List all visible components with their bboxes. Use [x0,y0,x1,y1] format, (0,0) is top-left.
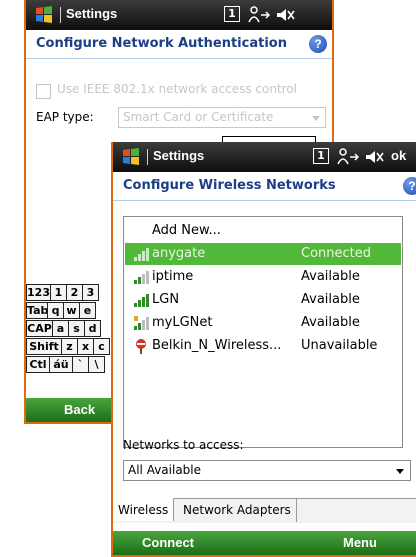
wifi-signal-icon [134,294,149,307]
keypad-1-icon[interactable]: 1 [313,148,329,164]
key-123[interactable]: 123 [26,284,51,301]
title-bar: Settings 1 [26,0,332,30]
connectivity-icon[interactable] [248,6,270,24]
key-a[interactable]: a [52,320,69,337]
network-row[interactable]: myLGNet Available [125,312,401,334]
networks-to-access-label: Networks to access: [123,438,244,452]
help-icon[interactable]: ? [403,177,416,195]
key-backtick[interactable]: ` [72,356,89,373]
title-separator [147,149,148,165]
page-title: Configure Network Authentication [36,36,287,51]
app-title: Settings [66,6,118,21]
page-title: Configure Wireless Networks [123,178,336,193]
tab-strip: Wireless Network Adapters [113,498,416,523]
network-name: iptime [152,269,194,284]
network-row[interactable]: LGN Available [125,289,401,311]
add-new-item[interactable]: Add New... [125,220,401,242]
network-status: Connected [301,246,372,261]
connectivity-icon[interactable] [337,148,359,166]
chevron-down-icon [312,116,320,121]
app-title: Settings [153,148,205,163]
network-status: Available [301,269,360,284]
title-bar: Settings 1 ok [113,142,416,172]
on-screen-keyboard: 123 1 2 3 Tab q w e CAP a s d Shift z x … [26,284,114,396]
softkey-bar: Connect Menu [113,531,416,555]
key-3[interactable]: 3 [82,284,99,301]
eap-type-select[interactable]: Smart Card or Certificate [118,107,326,128]
key-2[interactable]: 2 [66,284,83,301]
ieee-8021x-label: Use IEEE 802.1x network access control [57,82,297,96]
network-name: LGN [152,292,180,307]
key-backslash[interactable]: \ [88,356,105,373]
connect-softkey[interactable]: Connect [142,535,194,550]
key-x[interactable]: x [77,338,94,355]
windows-start-icon[interactable] [34,5,54,25]
wireless-networks-window: Settings 1 ok Configure Wireless Network… [111,142,416,557]
back-softkey[interactable]: Back [64,402,95,417]
eap-type-label: EAP type: [36,110,94,124]
wifi-signal-icon [134,248,149,261]
network-row[interactable]: anygate Connected [125,243,401,265]
network-name: myLGNet [152,315,213,330]
key-w[interactable]: w [63,302,80,319]
network-row[interactable]: Belkin_N_Wireless... Unavailable [125,335,401,357]
networks-to-access-value: All Available [128,463,202,477]
unavailable-network-icon [136,339,146,354]
key-tab[interactable]: Tab [26,302,48,319]
tab-wireless[interactable]: Wireless [113,498,175,521]
wifi-secure-signal-icon [134,316,149,330]
key-caps[interactable]: CAP [26,320,53,337]
chevron-down-icon [396,469,404,474]
menu-softkey[interactable]: Menu [343,535,377,550]
key-z[interactable]: z [61,338,78,355]
volume-muted-icon[interactable] [365,148,385,166]
network-status: Available [301,292,360,307]
wireless-network-list: Add New... anygate Connected iptime Avai… [123,216,403,448]
key-e[interactable]: e [79,302,96,319]
volume-muted-icon[interactable] [276,6,296,24]
eap-type-value: Smart Card or Certificate [123,110,274,124]
network-status: Unavailable [301,338,378,353]
page-header: Configure Network Authentication ? [26,30,332,59]
key-q[interactable]: q [47,302,64,319]
key-shift[interactable]: Shift [26,338,62,355]
wifi-signal-icon [134,271,149,284]
windows-start-icon[interactable] [121,147,141,167]
ieee-8021x-checkbox[interactable] [36,84,51,99]
key-accents[interactable]: áü [49,356,73,373]
key-d[interactable]: d [84,320,101,337]
keypad-1-icon[interactable]: 1 [224,6,240,22]
key-c[interactable]: c [93,338,110,355]
add-new-label: Add New... [152,223,221,238]
tab-network-adapters[interactable]: Network Adapters [178,499,297,522]
network-row[interactable]: iptime Available [125,266,401,288]
network-status: Available [301,315,360,330]
ok-button[interactable]: ok [391,148,406,163]
key-s[interactable]: s [68,320,85,337]
page-header: Configure Wireless Networks ? [113,172,416,201]
title-separator [60,7,61,23]
key-ctl[interactable]: Ctl [26,356,50,373]
network-name: Belkin_N_Wireless... [152,338,282,353]
networks-to-access-select[interactable]: All Available [123,460,411,481]
network-name: anygate [152,246,206,261]
help-icon[interactable]: ? [309,35,327,53]
key-1[interactable]: 1 [50,284,67,301]
